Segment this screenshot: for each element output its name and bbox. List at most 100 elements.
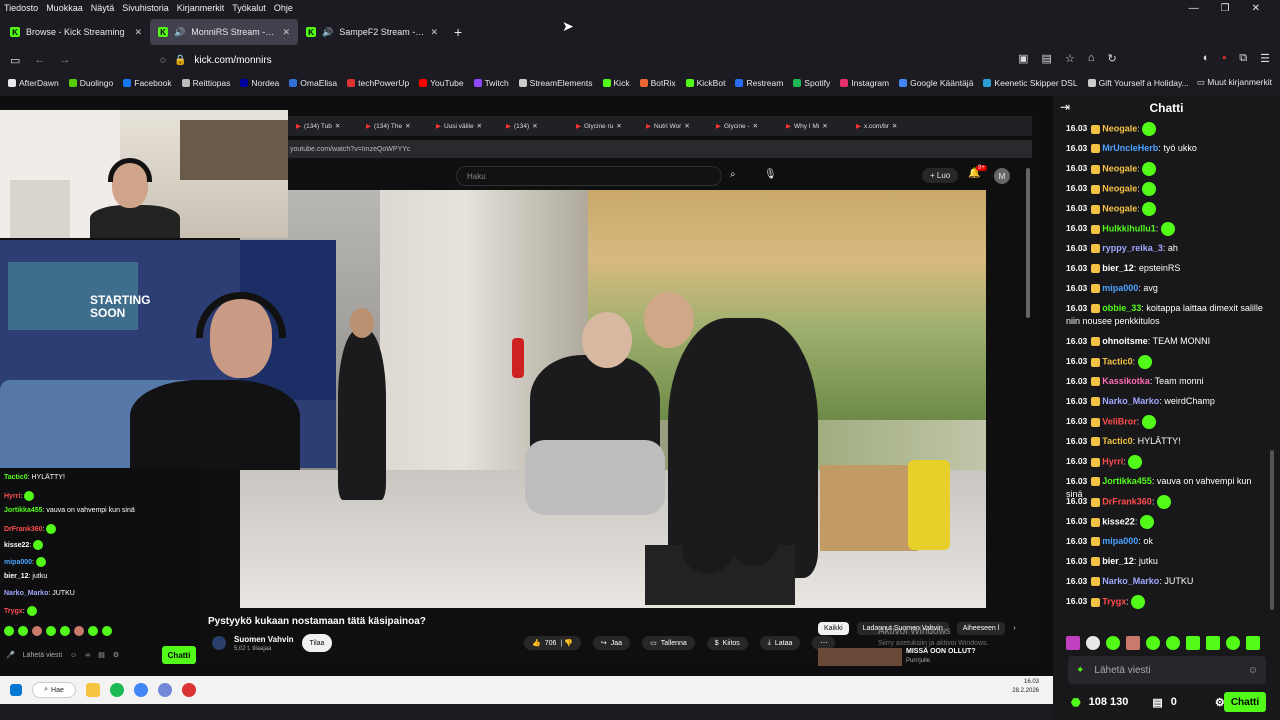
chat-username[interactable]: obbie_33 — [1102, 303, 1141, 313]
tab-monnirs[interactable]: K 🔊 MonniRS Stream - Watch Li ✕ — [150, 19, 298, 45]
bookmark-item[interactable]: Kick — [602, 78, 630, 88]
restore-icon[interactable]: ❐ — [1221, 3, 1230, 14]
emoji-icon[interactable]: ☺ — [1248, 665, 1258, 676]
bookmark-item[interactable]: BotRix — [639, 78, 676, 88]
bookmark-item[interactable]: Restream — [735, 78, 783, 88]
chat-username[interactable]: kisse22 — [1102, 516, 1135, 526]
chat-username[interactable]: bier_12 — [1102, 263, 1134, 273]
menu-item[interactable]: Sivuhistoria — [122, 3, 169, 13]
chat-username[interactable]: Narko_Marko — [1102, 396, 1159, 406]
chat-username[interactable]: Hyrri — [1102, 456, 1123, 466]
chat-username[interactable]: bier_12 — [1102, 556, 1134, 566]
bookmark-star-icon[interactable]: ☆ — [1065, 52, 1075, 65]
chat-scrollbar[interactable] — [1270, 450, 1274, 610]
chat-username[interactable]: Jortikka455 — [1102, 476, 1152, 486]
chest-count[interactable]: 0 — [1171, 696, 1177, 708]
bookmark-item[interactable]: AfterDawn — [8, 78, 59, 88]
emote-icon[interactable] — [1166, 636, 1180, 650]
points-icon[interactable]: ⬣ — [1071, 696, 1081, 709]
emote-icon[interactable] — [1106, 636, 1120, 650]
emote-icon — [102, 626, 112, 636]
chat-username[interactable]: Neogale — [1102, 163, 1137, 173]
new-tab-button[interactable]: + — [454, 24, 462, 40]
bookmark-item[interactable]: Keenetic Skipper DSL — [983, 78, 1078, 88]
chat-username[interactable]: Neogale — [1102, 203, 1137, 213]
chat-username[interactable]: Neogale — [1102, 183, 1137, 193]
home-icon[interactable]: ⌂ — [1088, 52, 1095, 65]
bookmark-item[interactable]: KickBot — [685, 78, 725, 88]
minimize-icon[interactable]: — — [1189, 3, 1199, 14]
sidebar-icon[interactable]: ▭ — [10, 54, 20, 67]
account-icon[interactable]: ◐ — [1203, 52, 1210, 65]
points-count[interactable]: 108 130 — [1089, 696, 1129, 708]
bookmark-item[interactable]: Gift Yourself a Holiday... — [1087, 78, 1189, 88]
other-bookmarks[interactable]: ▭ Muut kirjanmerkit — [1197, 77, 1272, 88]
chat-send-button[interactable]: Chatti — [1224, 692, 1266, 712]
url-text[interactable]: kick.com/monnirs — [194, 55, 271, 66]
tab-browse-kick[interactable]: K Browse - Kick Streaming ✕ — [2, 19, 150, 45]
forward-icon[interactable]: → — [59, 54, 70, 66]
back-icon[interactable]: ← — [34, 54, 45, 66]
chat-username[interactable]: MrUncleHerb — [1102, 143, 1158, 153]
bookmark-item[interactable]: Facebook — [123, 78, 172, 88]
bookmark-item[interactable]: YouTube — [419, 78, 464, 88]
bookmark-item[interactable]: Nordea — [240, 78, 279, 88]
close-tab-icon[interactable]: ✕ — [134, 27, 142, 38]
emote-icon[interactable] — [1086, 636, 1100, 650]
screenshot-icon[interactable]: ▣ — [1018, 52, 1028, 65]
menu-item[interactable]: Kirjanmerkit — [177, 3, 225, 13]
bookmark-item[interactable]: techPowerUp — [347, 78, 409, 88]
chat-username[interactable]: DrFrank360 — [1102, 496, 1152, 506]
emote-icon[interactable] — [1126, 636, 1140, 650]
bookmark-item[interactable]: Duolingo — [68, 78, 113, 88]
chat-username[interactable]: Tactic0 — [1102, 356, 1132, 366]
menu-item[interactable]: Muokkaa — [46, 3, 83, 13]
menu-item[interactable]: Työkalut — [232, 3, 266, 13]
address-bar[interactable]: ◌ 🔒 kick.com/monnirs — [150, 50, 990, 70]
emote-icon[interactable] — [1206, 636, 1220, 650]
chat-username[interactable]: Trygx — [1102, 596, 1126, 606]
chat-username[interactable]: ryppy_reika_3 — [1102, 243, 1163, 253]
sparkle-icon[interactable]: ✦ — [1076, 665, 1084, 676]
menu-icon[interactable]: ☰ — [1260, 52, 1270, 65]
bookmark-item[interactable]: Google Kääntäjä — [899, 78, 973, 88]
speaker-icon[interactable]: 🔊 — [322, 27, 333, 38]
chat-username[interactable]: Kassikotka — [1102, 376, 1150, 386]
extensions-icon[interactable]: ⧉ — [1239, 52, 1247, 65]
menu-item[interactable]: Ohje — [274, 3, 293, 13]
chat-username[interactable]: mipa000 — [1102, 536, 1138, 546]
lock-icon[interactable]: 🔒 — [174, 55, 186, 66]
close-tab-icon[interactable]: ✕ — [282, 27, 290, 38]
chat-username[interactable]: Hulkkihullu1 — [1102, 223, 1156, 233]
emote-icon[interactable] — [1226, 636, 1240, 650]
close-window-icon[interactable]: ✕ — [1252, 3, 1260, 14]
bookmark-item[interactable]: Twitch — [473, 78, 509, 88]
emote-icon[interactable] — [1186, 636, 1200, 650]
emote-icon[interactable] — [1066, 636, 1080, 650]
bookmark-item[interactable]: Instagram — [840, 78, 889, 88]
chat-username[interactable]: ohnoitsme — [1102, 336, 1148, 346]
menu-item[interactable]: Näytä — [91, 3, 115, 13]
bookmark-item[interactable]: StreamElements — [518, 78, 593, 88]
chat-username[interactable]: VeliBror — [1102, 416, 1137, 426]
reload-icon[interactable]: ↻ — [1107, 52, 1116, 65]
bookmark-item[interactable]: Spotify — [793, 78, 830, 88]
menu-item[interactable]: Tiedosto — [4, 3, 38, 13]
chat-input[interactable]: ✦ Lähetä viesti ☺ — [1068, 656, 1266, 684]
tab-sampef2[interactable]: K 🔊 SampeF2 Stream - Watch Li ✕ — [298, 19, 446, 45]
extension-icon[interactable]: ▪ — [1222, 52, 1226, 65]
bookmarks-bar: AfterDawn Duolingo Facebook Reittiopas Norde… — [0, 74, 1280, 92]
shield-icon[interactable]: ◌ — [160, 55, 166, 66]
bookmark-item[interactable]: OmaElisa — [289, 78, 337, 88]
chat-username[interactable]: Narko_Marko — [1102, 576, 1159, 586]
emote-icon[interactable] — [1146, 636, 1160, 650]
chat-username[interactable]: mipa000 — [1102, 283, 1138, 293]
chat-username[interactable]: Tactic0 — [1102, 436, 1132, 446]
close-tab-icon[interactable]: ✕ — [430, 27, 438, 38]
emote-icon[interactable] — [1246, 636, 1260, 650]
speaker-icon[interactable]: 🔊 — [174, 27, 185, 38]
bookmark-item[interactable]: Reittiopas — [181, 78, 230, 88]
chat-username[interactable]: Neogale — [1102, 123, 1137, 133]
reader-icon[interactable]: ▤ — [1042, 52, 1052, 65]
chest-icon[interactable]: ▤ — [1152, 696, 1162, 709]
